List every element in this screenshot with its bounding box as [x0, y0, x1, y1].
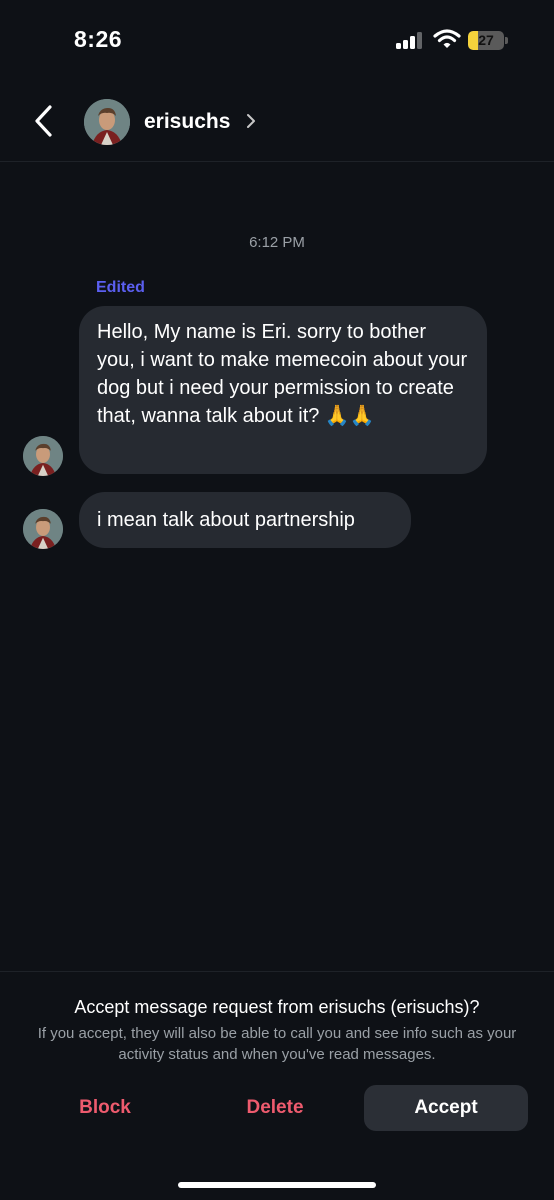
wifi-icon: [433, 29, 461, 48]
battery-level: 27: [478, 32, 494, 48]
cellular-signal-icon: [396, 31, 426, 49]
sender-avatar[interactable]: [23, 436, 63, 476]
chat-header: erisuchs: [0, 80, 554, 162]
chevron-left-icon[interactable]: [28, 102, 62, 140]
request-description: If you accept, they will also be able to…: [37, 1025, 517, 1063]
block-button[interactable]: Block: [40, 1085, 170, 1131]
status-time: 8:26: [74, 26, 123, 52]
message-request-panel: Accept message request from erisuchs (er…: [0, 971, 554, 1200]
dm-request-screen: 8:26 27 erisuchs 6:12 PM Edited Hello, M…: [0, 0, 554, 1200]
message-timestamp: 6:12 PM: [249, 234, 305, 251]
edited-label: Edited: [96, 279, 145, 296]
chevron-right-icon[interactable]: [244, 112, 258, 130]
status-bar: 8:26 27: [0, 0, 554, 80]
chat-username[interactable]: erisuchs: [144, 110, 230, 134]
message-bubble[interactable]: i mean talk about partnership: [79, 492, 411, 548]
accept-button[interactable]: Accept: [364, 1085, 528, 1131]
sender-avatar[interactable]: [23, 509, 63, 549]
avatar[interactable]: [84, 99, 130, 145]
battery-icon: 27: [468, 31, 508, 50]
message-bubble[interactable]: Hello, My name is Eri. sorry to bother y…: [79, 306, 487, 474]
request-title: Accept message request from erisuchs (er…: [74, 997, 480, 1017]
home-indicator[interactable]: [178, 1182, 376, 1188]
delete-button[interactable]: Delete: [210, 1085, 340, 1131]
